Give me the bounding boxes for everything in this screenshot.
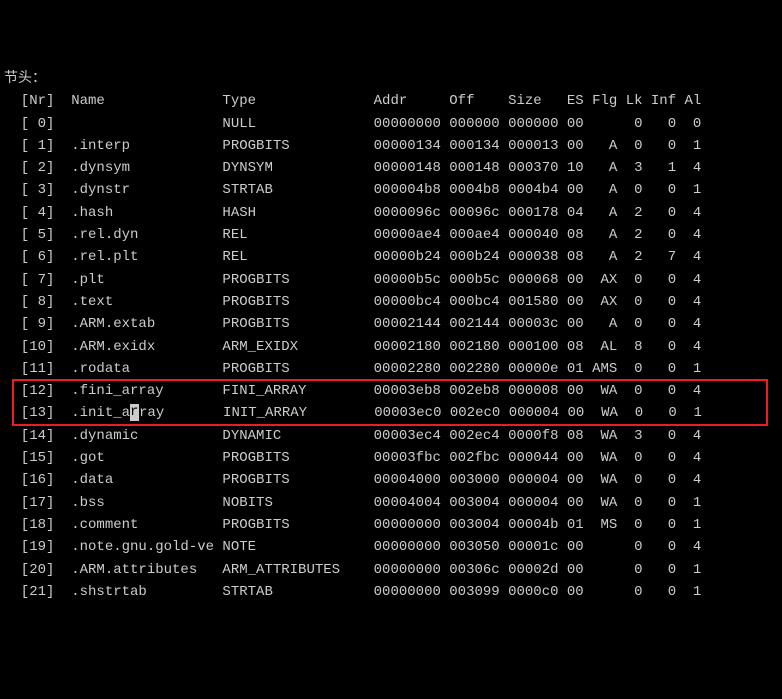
table-row: [ 8] .text PROGBITS 00000bc4 000bc4 0015… bbox=[4, 291, 782, 313]
table-row: [14] .dynamic DYNAMIC 00003ec4 002ec4 00… bbox=[4, 425, 782, 447]
table-row: [ 2] .dynsym DYNSYM 00000148 000148 0003… bbox=[4, 157, 782, 179]
table-row: [ 0] NULL 00000000 000000 000000 00 0 0 … bbox=[4, 113, 782, 135]
table-row: [18] .comment PROGBITS 00000000 003004 0… bbox=[4, 514, 782, 536]
table-row: [ 1] .interp PROGBITS 00000134 000134 00… bbox=[4, 135, 782, 157]
table-row: [20] .ARM.attributes ARM_ATTRIBUTES 0000… bbox=[4, 559, 782, 581]
table-row: [ 7] .plt PROGBITS 00000b5c 000b5c 00006… bbox=[4, 269, 782, 291]
table-row: [ 5] .rel.dyn REL 00000ae4 000ae4 000040… bbox=[4, 224, 782, 246]
readelf-section-headers: 节头： [Nr] Name Type Addr Off Size ES Flg … bbox=[4, 68, 782, 603]
table-row: [21] .shstrtab STRTAB 00000000 003099 00… bbox=[4, 581, 782, 603]
table-row: [15] .got PROGBITS 00003fbc 002fbc 00004… bbox=[4, 447, 782, 469]
table-row: [ 6] .rel.plt REL 00000b24 000b24 000038… bbox=[4, 246, 782, 268]
table-row: [11] .rodata PROGBITS 00002280 002280 00… bbox=[4, 358, 782, 380]
table-row: [ 9] .ARM.extab PROGBITS 00002144 002144… bbox=[4, 313, 782, 335]
table-row: [12] .fini_array FINI_ARRAY 00003eb8 002… bbox=[4, 380, 782, 402]
header-row: [Nr] Name Type Addr Off Size ES Flg Lk I… bbox=[4, 90, 782, 112]
text-cursor: r bbox=[130, 404, 139, 421]
title: 节头： bbox=[4, 68, 782, 90]
table-row: [16] .data PROGBITS 00004000 003000 0000… bbox=[4, 469, 782, 491]
table-row: [13] .init_array INIT_ARRAY 00003ec0 002… bbox=[4, 402, 782, 424]
table-row: [ 4] .hash HASH 0000096c 00096c 000178 0… bbox=[4, 202, 782, 224]
table-row: [ 3] .dynstr STRTAB 000004b8 0004b8 0004… bbox=[4, 179, 782, 201]
table-row: [17] .bss NOBITS 00004004 003004 000004 … bbox=[4, 492, 782, 514]
table-row: [10] .ARM.exidx ARM_EXIDX 00002180 00218… bbox=[4, 336, 782, 358]
table-row: [19] .note.gnu.gold-ve NOTE 00000000 003… bbox=[4, 536, 782, 558]
